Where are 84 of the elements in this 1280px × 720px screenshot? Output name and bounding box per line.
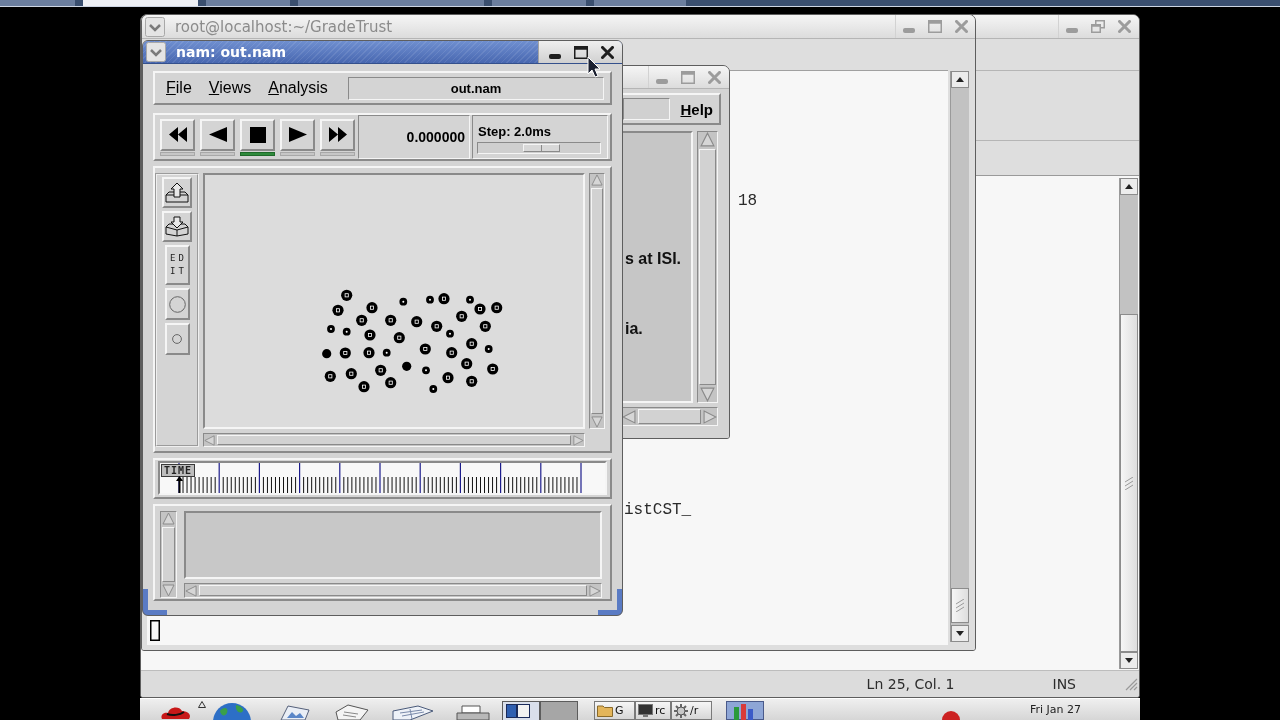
arrow-left-icon[interactable] (185, 584, 197, 597)
timeline-marker[interactable] (175, 476, 183, 493)
up-arrow-tray-icon (165, 182, 189, 203)
tool-button[interactable] (162, 211, 192, 242)
arrow-up-icon[interactable] (951, 71, 969, 88)
slider-thumb[interactable] (523, 144, 560, 152)
text-line: s at ISI. (625, 250, 682, 267)
fast-forward-icon (328, 127, 347, 142)
text-cursor-icon (150, 620, 160, 641)
text-area[interactable]: s at ISI. ia. (621, 131, 693, 403)
scrollbar[interactable] (621, 407, 718, 426)
grip-icon (955, 599, 965, 612)
arrow-down-icon[interactable] (1120, 652, 1138, 669)
menu-item[interactable]: Analysis (268, 79, 328, 97)
scrollbar[interactable] (950, 71, 969, 642)
folder-icon (597, 704, 613, 717)
circle-icon (168, 295, 186, 313)
stop-icon (249, 126, 266, 143)
rewind-icon (168, 127, 187, 142)
stop-button[interactable] (240, 118, 275, 151)
cursor-position-text: Ln 25, Col. 1 (866, 676, 955, 692)
printer-icon[interactable] (456, 705, 490, 720)
window-title: root@localhost:~/GradeTrust (175, 17, 394, 36)
arrow-up-icon[interactable] (1120, 178, 1138, 195)
play-backward-icon (208, 127, 227, 142)
timeline-label: TIME (161, 464, 196, 477)
triangle-up-icon[interactable] (198, 701, 206, 708)
terminal-line: istCST_ (624, 502, 692, 519)
window-title: nam: out.nam (176, 44, 288, 60)
scrollbar-thumb[interactable] (1120, 314, 1138, 652)
arrow-right-icon[interactable] (573, 434, 584, 446)
picture-icon[interactable] (278, 704, 312, 720)
down-arrow-tray-icon (165, 216, 189, 237)
arrow-right-icon[interactable] (589, 584, 601, 597)
scrollbar-thumb[interactable] (951, 588, 969, 623)
play-backward-button[interactable] (200, 118, 235, 151)
minimize-icon[interactable] (549, 53, 561, 59)
chevron-down-icon[interactable] (146, 42, 166, 62)
bar-chart-icon[interactable] (726, 701, 764, 720)
arrow-down-icon[interactable] (951, 625, 969, 642)
taskbar-button[interactable]: G (594, 701, 635, 720)
maximize-icon[interactable] (574, 45, 588, 59)
help-menu[interactable]: Help (680, 100, 713, 118)
arrow-left-icon[interactable] (204, 434, 215, 446)
text-area[interactable] (184, 511, 602, 579)
globe-icon[interactable] (212, 702, 252, 720)
network-canvas[interactable] (203, 173, 585, 429)
rewind-button[interactable] (160, 118, 195, 151)
arrow-right-icon[interactable] (703, 409, 717, 424)
fast-forward-button[interactable] (320, 118, 355, 151)
terminal-line: 18 (738, 193, 758, 210)
edit-button[interactable]: EDIT (164, 245, 190, 285)
play-icon (288, 127, 307, 142)
step-label: Step: 2.0ms (478, 124, 551, 139)
scrollbar[interactable] (184, 583, 602, 598)
gear-icon (674, 703, 688, 718)
close-icon[interactable] (600, 45, 614, 59)
small-circle-icon (172, 334, 182, 344)
text-line: ia. (625, 320, 643, 337)
resize-grip-icon[interactable] (1124, 677, 1138, 691)
arrow-left-icon[interactable] (622, 409, 636, 424)
file-name-display: out.nam (348, 76, 604, 100)
chevron-down-icon[interactable] (145, 16, 165, 37)
time-display: 0.000000 (358, 115, 470, 159)
restore-icon[interactable] (1091, 20, 1105, 33)
timeline-track[interactable]: TIME (158, 461, 607, 495)
document-icon[interactable] (334, 704, 370, 720)
scrollbar[interactable] (203, 433, 585, 447)
clock-text: Fri Jan 27 (1030, 703, 1082, 717)
menu-item[interactable]: Views (208, 79, 252, 97)
spreadsheet-icon[interactable] (392, 705, 434, 720)
scrollbar[interactable] (1119, 178, 1138, 669)
taskbar-button[interactable]: rc (635, 701, 671, 720)
grip-icon (1124, 476, 1134, 490)
workspace-button[interactable] (503, 702, 539, 720)
taskbar-button[interactable]: /r (671, 701, 712, 720)
slider-track[interactable] (477, 142, 601, 154)
insert-mode-text: INS (1052, 676, 1076, 692)
input-field[interactable] (623, 98, 671, 120)
window-thumbnails-icon (506, 704, 530, 718)
monitor-icon (638, 704, 653, 717)
play-button[interactable] (280, 118, 315, 151)
menu-item[interactable]: File (166, 79, 192, 97)
tool-button[interactable] (162, 177, 192, 208)
